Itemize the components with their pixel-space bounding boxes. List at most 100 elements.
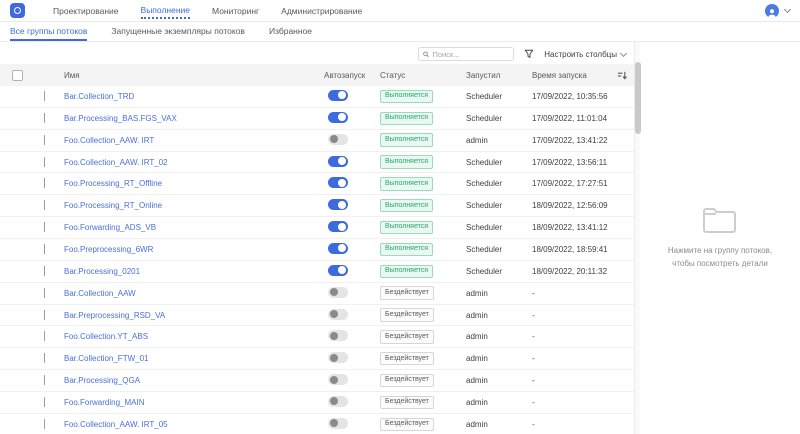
column-header-status[interactable]: Статус — [380, 71, 466, 80]
user-avatar[interactable] — [765, 3, 779, 18]
expand-chevron-icon[interactable] — [44, 178, 45, 189]
tab-all-flow-groups[interactable]: Все группы потоков — [10, 22, 88, 41]
select-all-checkbox[interactable] — [12, 69, 23, 81]
configure-columns-button[interactable]: Настроить столбцы — [544, 49, 628, 59]
autostart-toggle[interactable] — [328, 133, 348, 145]
table-row[interactable]: Foo.Collection_AAW. IRT_05 Бездействует … — [0, 414, 634, 434]
autostart-toggle[interactable] — [328, 286, 348, 298]
start-time-value: - — [532, 332, 535, 342]
expand-chevron-icon[interactable] — [44, 375, 45, 386]
table-row[interactable]: Bar.Collection_AAW Бездействует admin - — [0, 283, 634, 305]
column-header-started-by[interactable]: Запустил — [466, 71, 532, 80]
filter-button[interactable] — [524, 49, 534, 59]
table-row[interactable]: Bar.Processing_BAS.FGS_VAX Выполняется S… — [0, 108, 634, 130]
table-row[interactable]: Foo.Forwarding_MAIN Бездействует admin - — [0, 392, 634, 414]
expand-chevron-icon[interactable] — [44, 396, 45, 407]
status-badge: Выполняется — [380, 133, 434, 147]
expand-chevron-icon[interactable] — [44, 200, 45, 211]
table-row[interactable]: Foo.Preprocessing_6WR Выполняется Schedu… — [0, 239, 634, 261]
autostart-toggle[interactable] — [328, 330, 348, 342]
flow-group-name-link[interactable]: Bar.Processing_BAS.FGS_VAX — [64, 114, 177, 123]
autostart-toggle[interactable] — [328, 89, 348, 101]
table-toolbar: Настроить столбцы — [0, 44, 634, 64]
autostart-toggle[interactable] — [328, 417, 348, 429]
flow-group-name-link[interactable]: Foo.Processing_RT_Online — [64, 201, 162, 210]
flow-group-name-link[interactable]: Bar.Processing_0201 — [64, 267, 140, 276]
table-row[interactable]: Bar.Preprocessing_RSD_VA Бездействует ad… — [0, 305, 634, 327]
flow-group-name-link[interactable]: Foo.Collection_AAW. IRT — [64, 136, 154, 145]
app-logo-icon[interactable] — [10, 3, 25, 18]
user-menu-chevron-icon[interactable] — [783, 5, 792, 14]
status-badge: Бездействует — [380, 417, 434, 432]
expand-chevron-icon[interactable] — [44, 156, 45, 167]
nav-item-execution[interactable]: Выполнение — [140, 2, 191, 19]
flow-group-name-link[interactable]: Bar.Preprocessing_RSD_VA — [64, 311, 165, 320]
expand-chevron-icon[interactable] — [44, 112, 45, 123]
table-row[interactable]: Bar.Processing_0201 Выполняется Schedule… — [0, 261, 634, 283]
flow-group-name-link[interactable]: Bar.Collection_TRD — [64, 92, 134, 101]
autostart-toggle[interactable] — [328, 242, 348, 254]
flow-group-name-link[interactable]: Foo.Collection.YT_ABS — [64, 332, 148, 341]
expand-chevron-icon[interactable] — [44, 418, 45, 429]
scrollbar-thumb[interactable] — [635, 62, 641, 134]
table-row[interactable]: Foo.Collection_AAW. IRT_02 Выполняется S… — [0, 152, 634, 174]
flow-group-name-link[interactable]: Foo.Processing_RT_Offline — [64, 179, 162, 188]
table-row[interactable]: Foo.Processing_RT_Online Выполняется Sch… — [0, 195, 634, 218]
vertical-scrollbar[interactable] — [634, 42, 641, 434]
autostart-toggle[interactable] — [328, 352, 348, 364]
expand-chevron-icon[interactable] — [44, 287, 45, 298]
table-row[interactable]: Foo.Collection.YT_ABS Бездействует admin… — [0, 326, 634, 349]
flow-group-name-link[interactable]: Bar.Processing_QGA — [64, 376, 140, 385]
nav-item-administration[interactable]: Администрирование — [281, 3, 362, 18]
expand-chevron-icon[interactable] — [44, 243, 45, 254]
flow-group-name-link[interactable]: Foo.Collection_AAW. IRT_05 — [64, 420, 168, 429]
flow-groups-panel: Настроить столбцы Имя Автозапуск Статус … — [0, 42, 634, 434]
column-header-name[interactable]: Имя — [58, 71, 324, 80]
autostart-toggle[interactable] — [328, 395, 348, 407]
autostart-toggle[interactable] — [328, 111, 348, 123]
table-row[interactable]: Bar.Processing_QGA Бездействует admin - — [0, 370, 634, 393]
flow-group-name-link[interactable]: Bar.Collection_AAW — [64, 289, 136, 298]
tab-running-flow-instances[interactable]: Запущенные экземпляры потоков — [111, 22, 245, 41]
expand-chevron-icon[interactable] — [44, 265, 45, 276]
start-time-value: 17/09/2022, 10:35:56 — [532, 91, 608, 101]
table-row[interactable]: Foo.Collection_AAW. IRT Выполняется admi… — [0, 130, 634, 152]
autostart-toggle[interactable] — [328, 177, 348, 189]
nav-item-monitoring[interactable]: Мониторинг — [212, 3, 259, 18]
status-badge: Выполняется — [380, 111, 434, 125]
flow-group-name-link[interactable]: Bar.Collection_FTW_01 — [64, 354, 148, 363]
autostart-toggle[interactable] — [328, 264, 348, 276]
person-icon — [768, 8, 776, 18]
flow-group-name-link[interactable]: Foo.Preprocessing_6WR — [64, 245, 153, 254]
status-badge: Выполняется — [380, 177, 434, 191]
autostart-toggle[interactable] — [328, 308, 348, 320]
start-time-value: 18/09/2022, 20:11:32 — [532, 266, 608, 276]
autostart-toggle[interactable] — [328, 155, 348, 167]
search-input[interactable] — [432, 49, 510, 59]
flow-group-name-link[interactable]: Foo.Forwarding_MAIN — [64, 398, 144, 407]
autostart-toggle[interactable] — [328, 374, 348, 386]
table-row[interactable]: Bar.Collection_FTW_01 Бездействует admin… — [0, 348, 634, 371]
table-row[interactable]: Foo.Forwarding_ADS_VB Выполняется Schedu… — [0, 217, 634, 240]
expand-chevron-icon[interactable] — [44, 90, 45, 101]
tab-favorites[interactable]: Избранное — [269, 22, 312, 41]
column-header-start-time[interactable]: Время запуска — [532, 71, 610, 80]
flow-group-name-link[interactable]: Foo.Collection_AAW. IRT_02 — [64, 158, 168, 167]
expand-chevron-icon[interactable] — [44, 353, 45, 364]
autostart-toggle[interactable] — [328, 221, 348, 233]
flow-group-name-link[interactable]: Foo.Forwarding_ADS_VB — [64, 223, 156, 232]
started-by-value: Scheduler — [466, 244, 503, 254]
expand-chevron-icon[interactable] — [44, 222, 45, 233]
start-time-value: - — [532, 376, 535, 386]
expand-chevron-icon[interactable] — [44, 331, 45, 342]
expand-chevron-icon[interactable] — [44, 134, 45, 145]
table-row[interactable]: Bar.Collection_TRD Выполняется Scheduler… — [0, 86, 634, 108]
started-by-value: Scheduler — [466, 201, 503, 211]
autostart-toggle[interactable] — [328, 199, 348, 211]
search-box[interactable] — [418, 47, 515, 61]
expand-chevron-icon[interactable] — [44, 309, 45, 320]
nav-item-design[interactable]: Проектирование — [53, 3, 119, 18]
column-header-autostart[interactable]: Автозапуск — [324, 71, 380, 80]
table-row[interactable]: Foo.Processing_RT_Offline Выполняется Sc… — [0, 173, 634, 196]
sort-button[interactable] — [610, 70, 634, 81]
